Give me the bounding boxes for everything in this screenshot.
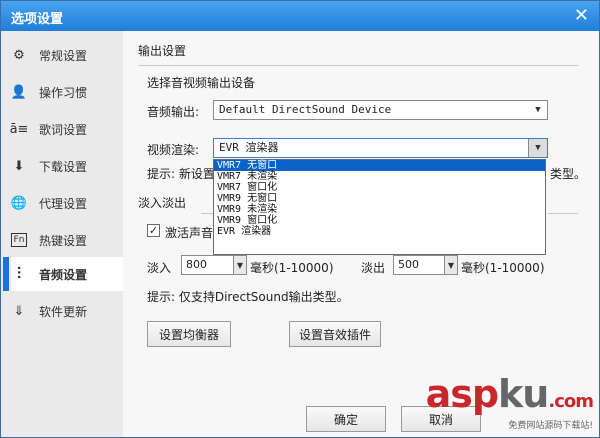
sidebar-item-audio[interactable]: ⫶ 音频设置 <box>3 257 123 291</box>
options-dialog: 选项设置 ✕ ⚙ 常规设置 👤 操作习惯 ā≡ 歌词设置 ⬇ 下载设置 🌐 代理… <box>0 0 600 438</box>
fade-in-value: 800 <box>186 258 207 271</box>
sidebar: ⚙ 常规设置 👤 操作习惯 ā≡ 歌词设置 ⬇ 下载设置 🌐 代理设置 Fn 热… <box>1 31 124 437</box>
audio-output-select[interactable]: Default DirectSound Device ▼ <box>213 100 548 120</box>
fade-checkbox[interactable]: ✓ <box>147 224 160 237</box>
sidebar-item-label: 下载设置 <box>39 159 88 174</box>
output-hint-suffix: 类型。 <box>550 167 587 181</box>
gear-icon: ⚙ <box>13 47 25 63</box>
sidebar-item-label: 歌词设置 <box>39 122 88 137</box>
dropdown-option[interactable]: VMR9 窗口化 <box>214 215 545 226</box>
sidebar-item-label: 代理设置 <box>39 196 88 211</box>
output-divider <box>138 65 578 66</box>
dropdown-option[interactable]: VMR7 窗口化 <box>214 182 545 193</box>
fade-in-stepper[interactable]: ▼ <box>233 255 247 275</box>
equalizer-button[interactable]: 设置均衡器 <box>147 321 231 347</box>
watermark-logo: aspku.com <box>425 372 594 416</box>
sidebar-item-download[interactable]: ⬇ 下载设置 <box>11 149 121 183</box>
device-heading: 选择音视频输出设备 <box>147 76 256 90</box>
video-render-value: EVR 渲染器 <box>219 141 279 154</box>
video-render-dropdown[interactable]: VMR7 无窗口 VMR7 未渲染 VMR7 窗口化 VMR9 无窗口 VMR9… <box>213 159 546 255</box>
fade-out-value: 500 <box>398 258 419 271</box>
sidebar-item-lyrics[interactable]: ā≡ 歌词设置 <box>9 112 121 146</box>
globe-icon: 🌐 <box>10 195 28 211</box>
audio-output-label: 音频输出: <box>147 105 200 119</box>
effects-plugin-button[interactable]: 设置音效插件 <box>289 321 381 347</box>
sidebar-item-label: 常规设置 <box>39 48 88 63</box>
chevron-down-icon[interactable]: ▼ <box>529 101 547 119</box>
sidebar-item-label: 音频设置 <box>39 267 88 282</box>
update-icon: ⇓ <box>13 303 25 319</box>
fade-out-label: 淡出 <box>361 261 386 275</box>
dropdown-option[interactable]: VMR9 无窗口 <box>214 193 545 204</box>
sidebar-item-general[interactable]: ⚙ 常规设置 <box>11 38 121 72</box>
output-section-title: 输出设置 <box>138 44 187 58</box>
fade-out-unit: 毫秒(1-10000) <box>461 261 545 275</box>
dropdown-option[interactable]: VMR9 未渲染 <box>214 204 545 215</box>
video-render-select[interactable]: EVR 渲染器 ▼ <box>213 138 548 158</box>
user-icon: 👤 <box>10 84 28 100</box>
fade-out-stepper[interactable]: ▼ <box>444 255 458 275</box>
title-bar[interactable]: 选项设置 ✕ <box>1 1 599 31</box>
ok-button[interactable]: 确定 <box>306 406 386 432</box>
output-hint-prefix: 提示: 新设置 <box>147 167 215 181</box>
fade-divider-left <box>201 213 213 214</box>
sidebar-item-proxy[interactable]: 🌐 代理设置 <box>11 186 121 220</box>
fade-section-title: 淡入淡出 <box>138 196 187 210</box>
dropdown-option[interactable]: VMR7 无窗口 <box>214 160 545 171</box>
fade-in-label: 淡入 <box>147 261 172 275</box>
sidebar-item-hotkeys[interactable]: Fn 热键设置 <box>11 223 121 257</box>
dropdown-option[interactable]: VMR7 未渲染 <box>214 171 545 182</box>
download-icon: ⬇ <box>13 158 25 174</box>
sidebar-item-label: 操作习惯 <box>39 85 88 100</box>
equalizer-icon: ⫶ <box>16 264 21 283</box>
window-title: 选项设置 <box>11 12 64 27</box>
keyboard-icon: Fn <box>11 233 27 247</box>
fade-in-unit: 毫秒(1-10000) <box>250 261 334 275</box>
sidebar-item-label: 热键设置 <box>39 233 88 248</box>
fade-hint: 提示: 仅支持DirectSound输出类型。 <box>147 290 349 304</box>
audio-output-value: Default DirectSound Device <box>219 103 392 116</box>
sidebar-item-habits[interactable]: 👤 操作习惯 <box>11 75 121 109</box>
close-icon[interactable]: ✕ <box>574 5 589 26</box>
sidebar-item-label: 软件更新 <box>39 304 88 319</box>
lyrics-icon: ā≡ <box>9 121 29 137</box>
fade-divider-right <box>548 213 578 214</box>
dropdown-option[interactable]: EVR 渲染器 <box>214 226 545 237</box>
sidebar-item-update[interactable]: ⇓ 软件更新 <box>11 294 121 328</box>
chevron-down-icon[interactable]: ▼ <box>528 139 547 157</box>
video-render-label: 视频渲染: <box>147 143 200 157</box>
watermark: aspku.com 免费网站源码下载站! <box>425 372 594 431</box>
